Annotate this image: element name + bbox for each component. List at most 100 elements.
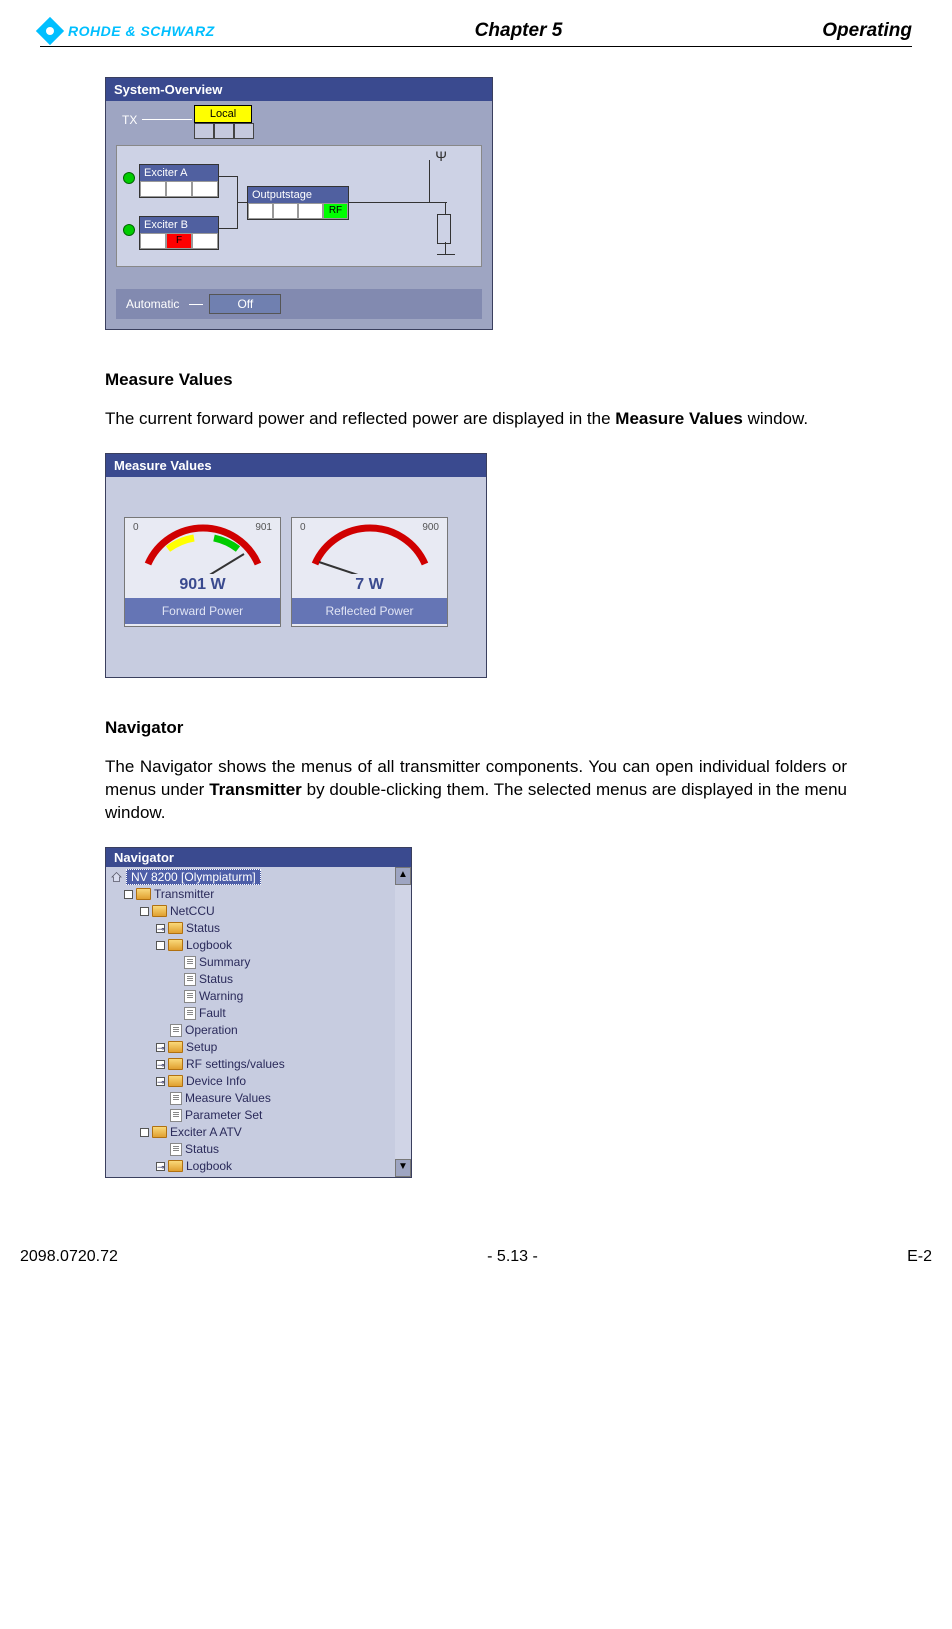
tree-toggle-icon[interactable]: [140, 907, 149, 916]
wire: [429, 160, 430, 202]
tree-label: Parameter Set: [185, 1108, 262, 1122]
tree-label: Logbook: [186, 1159, 232, 1173]
local-cell: [234, 123, 254, 139]
tree-label: Fault: [199, 1006, 226, 1020]
tree-item-logbook2[interactable]: ⊸ Logbook: [110, 1158, 391, 1175]
tree-item-warning[interactable]: Warning: [110, 988, 391, 1005]
navigator-scrollbar[interactable]: ▲ ▼: [395, 867, 411, 1177]
tree-label: NetCCU: [170, 904, 215, 918]
page-header: ROHDE & SCHWARZ Chapter 5 Operating: [40, 20, 912, 47]
tree-root-label: NV 8200 [Olympiaturm]: [126, 869, 261, 885]
tree-label: Operation: [185, 1023, 238, 1037]
navigator-heading: Navigator: [105, 718, 847, 738]
scroll-track[interactable]: [395, 885, 411, 1159]
navigator-panel: Navigator NV 8200 [Olympiaturm] Transmit…: [105, 847, 412, 1178]
forward-power-gauge: 0 901 901 W Forward Power: [124, 517, 281, 627]
tree-item-measure[interactable]: Measure Values: [110, 1090, 391, 1107]
document-icon: [170, 1109, 182, 1122]
folder-icon: [168, 922, 183, 934]
logo-diamond-icon: [36, 17, 64, 45]
reflected-power-gauge: 0 900 7 W Reflected Power: [291, 517, 448, 627]
home-icon: [110, 871, 123, 883]
text-bold: Measure Values: [615, 409, 743, 428]
tree-root[interactable]: NV 8200 [Olympiaturm]: [110, 869, 391, 886]
folder-icon: [168, 939, 183, 951]
document-icon: [170, 1143, 182, 1156]
folder-icon: [168, 1041, 183, 1053]
document-icon: [184, 956, 196, 969]
tree-item-netccu[interactable]: NetCCU: [110, 903, 391, 920]
folder-icon: [152, 1126, 167, 1138]
exciter-b-block[interactable]: Exciter B F: [139, 216, 219, 250]
tree-item-rfsettings[interactable]: ⊸ RF settings/values: [110, 1056, 391, 1073]
outputstage-block[interactable]: Outputstage RF: [247, 186, 349, 220]
system-overview-panel: System-Overview TX Local Exciter A: [105, 77, 493, 330]
reflected-power-value: 7 W: [292, 576, 447, 598]
tree-item-paramset[interactable]: Parameter Set: [110, 1107, 391, 1124]
scroll-up-icon[interactable]: ▲: [395, 867, 411, 885]
navigator-title: Navigator: [106, 848, 411, 867]
tree-item-setup[interactable]: ⊸ Setup: [110, 1039, 391, 1056]
tree-item-exciterAatv[interactable]: Exciter A ATV: [110, 1124, 391, 1141]
tree-label: Status: [199, 972, 233, 986]
wire: [237, 202, 247, 203]
exciter-b-cell: [140, 233, 166, 249]
document-icon: [170, 1024, 182, 1037]
automatic-state[interactable]: Off: [209, 294, 281, 314]
tree-label: Logbook: [186, 938, 232, 952]
tree-item-operation[interactable]: Operation: [110, 1022, 391, 1039]
tree-toggle-icon[interactable]: ⊸: [156, 924, 165, 933]
tree-label: Exciter A ATV: [170, 1125, 242, 1139]
tree-item-transmitter[interactable]: Transmitter: [110, 886, 391, 903]
tree-toggle-icon[interactable]: [156, 941, 165, 950]
scroll-down-icon[interactable]: ▼: [395, 1159, 411, 1177]
measure-values-description: The current forward power and reflected …: [105, 408, 847, 431]
tree-toggle-icon[interactable]: [124, 890, 133, 899]
tree-toggle-icon[interactable]: ⊸: [156, 1162, 165, 1171]
tree-item-logbook[interactable]: Logbook: [110, 937, 391, 954]
tree-toggle-icon[interactable]: [140, 1128, 149, 1137]
reflected-power-label: Reflected Power: [292, 598, 447, 624]
folder-icon: [152, 905, 167, 917]
tree-item-fault[interactable]: Fault: [110, 1005, 391, 1022]
wire: [237, 202, 238, 228]
wire: [437, 254, 455, 255]
exciter-a-title: Exciter A: [140, 165, 218, 181]
tree-toggle-icon[interactable]: ⊸: [156, 1060, 165, 1069]
tree-label: Warning: [199, 989, 243, 1003]
reflected-arc-icon: [305, 524, 435, 574]
footer-right: E-2: [907, 1248, 932, 1266]
system-overview-title: System-Overview: [106, 78, 492, 101]
tree-item-deviceinfo[interactable]: ⊸ Device Info: [110, 1073, 391, 1090]
tree-item-summary[interactable]: Summary: [110, 954, 391, 971]
tree-item-status3[interactable]: Status: [110, 1141, 391, 1158]
outputstage-cell: [298, 203, 323, 219]
measure-values-title: Measure Values: [106, 454, 486, 477]
footer-left: 2098.0720.72: [20, 1248, 118, 1266]
text-run: window.: [743, 409, 808, 428]
exciter-a-cell: [140, 181, 166, 197]
tree-item-status2[interactable]: Status: [110, 971, 391, 988]
header-right: Operating: [822, 20, 912, 42]
tree-toggle-icon[interactable]: ⊸: [156, 1077, 165, 1086]
tree-toggle-icon[interactable]: ⊸: [156, 1043, 165, 1052]
automatic-label: Automatic: [126, 297, 179, 311]
document-icon: [184, 973, 196, 986]
navigator-tree[interactable]: NV 8200 [Olympiaturm] Transmitter NetCCU: [106, 867, 395, 1177]
tree-label: Measure Values: [185, 1091, 271, 1105]
logo-text: ROHDE & SCHWARZ: [68, 23, 215, 39]
tree-label: RF settings/values: [186, 1057, 285, 1071]
wire: [237, 176, 238, 202]
auto-line: [189, 304, 203, 305]
tree-label: Status: [185, 1142, 219, 1156]
local-cell: [194, 123, 214, 139]
status-dot-exciter-a: [123, 172, 135, 184]
tree-item-status[interactable]: ⊸ Status: [110, 920, 391, 937]
tree-label: Status: [186, 921, 220, 935]
block-diagram: Exciter A Exciter B F: [116, 145, 482, 267]
status-dot-exciter-b: [123, 224, 135, 236]
document-icon: [170, 1092, 182, 1105]
exciter-b-cell: [192, 233, 218, 249]
exciter-a-block[interactable]: Exciter A: [139, 164, 219, 198]
document-icon: [184, 1007, 196, 1020]
